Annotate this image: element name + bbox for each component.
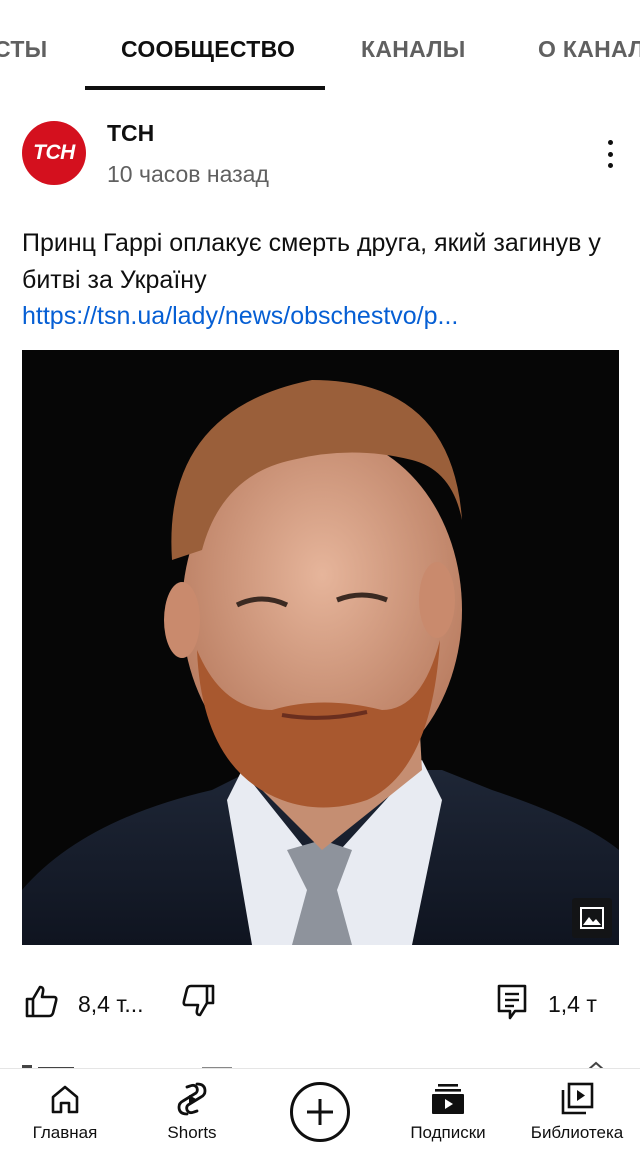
tab-community[interactable]: СООБЩЕСТВО: [121, 36, 295, 63]
thumb-down-icon[interactable]: [180, 983, 216, 1024]
like-count: 8,4 т...: [78, 991, 144, 1017]
nav-library-label: Библиотека: [530, 1123, 624, 1142]
more-options-button[interactable]: [596, 136, 624, 172]
plus-icon: [307, 1099, 333, 1125]
post-link[interactable]: https://tsn.ua/lady/news/obschestvo/p...: [22, 300, 622, 332]
post-text: Принц Гаррі оплакує смерть друга, який з…: [22, 229, 601, 294]
image-icon: [572, 898, 612, 938]
more-vert-icon: [607, 140, 613, 145]
nav-home-label: Главная: [32, 1123, 98, 1142]
image-badge-icon: [580, 907, 604, 929]
comment-icon[interactable]: [496, 983, 528, 1026]
subscriptions-icon: [430, 1081, 466, 1117]
nav-shorts-label: Shorts: [167, 1123, 217, 1142]
portrait-illustration: [22, 350, 619, 945]
tab-posts[interactable]: СТЫ: [0, 36, 48, 63]
comments-preview-partial: [22, 1058, 622, 1068]
library-icon: [560, 1081, 594, 1117]
post-image[interactable]: [22, 350, 619, 945]
tab-about[interactable]: О КАНАЛЕ: [538, 36, 640, 63]
nav-shorts[interactable]: Shorts: [152, 1069, 232, 1152]
tab-channels[interactable]: КАНАЛЫ: [361, 36, 466, 63]
shorts-icon: [176, 1081, 208, 1117]
active-tab-indicator: [85, 86, 325, 90]
nav-subscriptions[interactable]: Подписки: [402, 1069, 494, 1152]
channel-name[interactable]: ТСН: [107, 120, 154, 147]
channel-avatar[interactable]: ТСН: [22, 121, 86, 185]
avatar-logo-text: ТСН: [33, 141, 75, 164]
nav-library[interactable]: Библиотека: [522, 1069, 632, 1152]
home-icon: [49, 1081, 81, 1117]
post-actions: 8,4 т... 1,4 т: [0, 975, 640, 1031]
post-timestamp: 10 часов назад: [107, 161, 269, 187]
create-button[interactable]: [290, 1082, 350, 1142]
comment-count[interactable]: 1,4 т: [548, 991, 597, 1018]
thumb-up-icon[interactable]: [24, 983, 60, 1024]
channel-tabs: СТЫ СООБЩЕСТВО КАНАЛЫ О КАНАЛЕ: [0, 0, 640, 92]
nav-subscriptions-label: Подписки: [410, 1123, 486, 1142]
nav-home[interactable]: Главная: [24, 1069, 106, 1152]
